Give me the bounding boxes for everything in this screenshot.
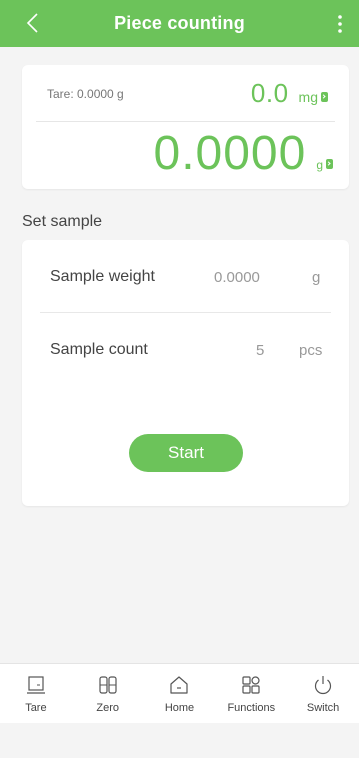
tab-label: Home — [164, 702, 195, 714]
tare-value-text: Tare: 0.0000 g — [47, 87, 124, 101]
section-label: Set sample — [22, 213, 103, 230]
system-nav-area — [0, 723, 359, 758]
tab-label: Tare — [25, 702, 47, 714]
zero-icon — [99, 676, 117, 694]
big-weight-value: 0.0000 — [153, 127, 307, 180]
sample-weight-unit: g — [312, 269, 321, 286]
chevron-left-icon[interactable] — [22, 10, 46, 36]
stable-indicator-icon — [321, 92, 328, 102]
divider — [36, 121, 335, 122]
small-weight-value: 0.0 — [250, 78, 289, 108]
tab-home[interactable]: Home — [144, 664, 216, 723]
bottom-tab-bar: Tare Zero Home Functions Switch — [0, 663, 359, 723]
app-header: Piece counting — [0, 0, 359, 47]
tab-zero[interactable]: Zero — [72, 664, 144, 723]
small-weight-readout: 0.0 mg — [251, 78, 328, 109]
more-vertical-icon[interactable] — [329, 12, 351, 36]
small-weight-unit: mg — [298, 89, 318, 105]
tab-label: Zero — [96, 702, 119, 714]
sample-count-label: Sample count — [50, 341, 148, 358]
page-title: Piece counting — [114, 13, 245, 33]
big-weight-readout: 0.0000 g — [153, 126, 333, 181]
sample-weight-row[interactable]: Sample weight 0.0000 g — [22, 240, 349, 312]
functions-icon — [242, 676, 260, 694]
big-weight-unit: g — [316, 158, 323, 172]
tab-label: Switch — [306, 702, 340, 714]
power-icon — [314, 676, 332, 695]
tab-label: Functions — [227, 702, 276, 714]
weight-display-card: Tare: 0.0000 g 0.0 mg 0.0000 g — [22, 65, 349, 189]
sample-count-row[interactable]: Sample count 5 pcs — [22, 313, 349, 385]
sample-settings-card: Sample weight 0.0000 g Sample count 5 pc… — [22, 240, 349, 506]
start-button[interactable]: Start — [129, 434, 243, 472]
tab-tare[interactable]: Tare — [0, 664, 72, 723]
tab-switch[interactable]: Switch — [287, 664, 359, 723]
stable-indicator-icon — [326, 159, 333, 169]
sample-weight-value[interactable]: 0.0000 — [214, 269, 260, 286]
home-icon — [170, 676, 189, 694]
sample-count-unit: pcs — [299, 342, 323, 359]
tab-functions[interactable]: Functions — [215, 664, 287, 723]
tare-icon — [26, 676, 45, 694]
sample-weight-label: Sample weight — [50, 268, 155, 285]
sample-count-value[interactable]: 5 — [256, 342, 264, 359]
